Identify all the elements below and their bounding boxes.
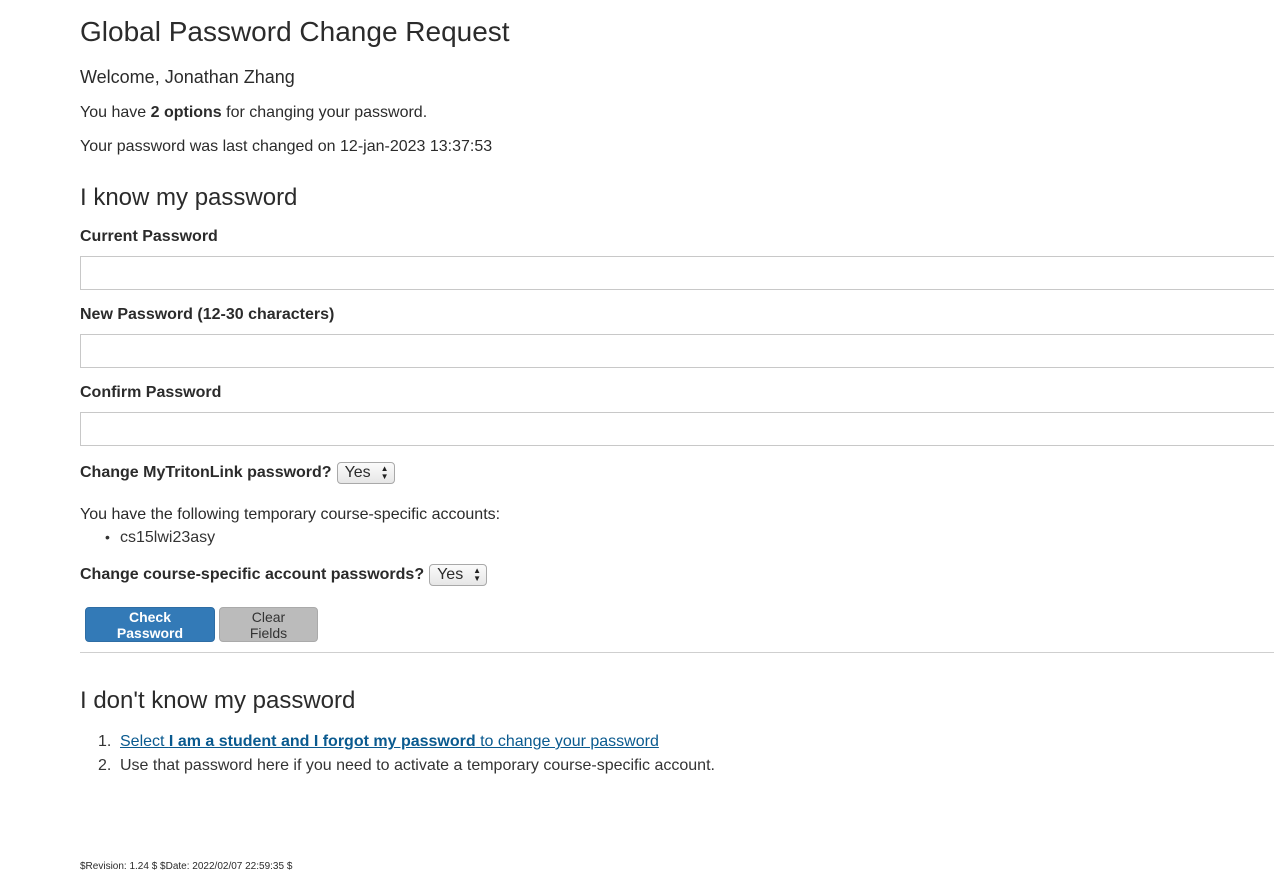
course-passwords-select-value: Yes (437, 566, 464, 583)
temp-accounts-list: cs15lwi23asy (105, 529, 215, 547)
list-item: 2. Use that password here if you need to … (98, 754, 715, 778)
revision-footer: $Revision: 1.24 $ $Date: 2022/02/07 22:5… (80, 861, 293, 872)
dont-know-heading: I don't know my password (80, 687, 356, 714)
updown-arrows-icon: ▲ ▼ (473, 566, 482, 583)
list-item: 1. Select I am a student and I forgot my … (98, 730, 715, 754)
current-password-input[interactable] (80, 256, 1274, 290)
confirm-password-label: Confirm Password (80, 384, 222, 401)
options-count: 2 options (150, 104, 222, 121)
know-password-heading: I know my password (80, 184, 298, 211)
last-changed-text: Your password was last changed on 12-jan… (80, 138, 493, 155)
step-number: 1. (98, 733, 112, 750)
step-text: Use that password here if you need to ac… (120, 757, 715, 774)
updown-arrows-icon: ▲ ▼ (380, 464, 389, 481)
section-divider (80, 652, 1274, 653)
mytritonlink-select[interactable]: Yes ▲ ▼ (336, 462, 395, 484)
options-prefix: You have (80, 104, 151, 121)
link-bold-text: I am a student and I forgot my password (168, 733, 476, 750)
check-password-button[interactable]: Check Password (85, 607, 215, 642)
step-number: 2. (98, 757, 112, 774)
clear-fields-button[interactable]: Clear Fields (219, 607, 318, 642)
course-passwords-label: Change course-specific account passwords… (80, 566, 425, 584)
options-line: You have 2 options for changing your pas… (80, 104, 427, 122)
mytritonlink-select-value: Yes (344, 464, 371, 481)
link-suffix: to change your password (475, 733, 659, 750)
link-prefix: Select (120, 733, 169, 750)
list-item: cs15lwi23asy (105, 529, 215, 547)
options-suffix: for changing your password. (221, 104, 428, 121)
temp-accounts-intro: You have the following temporary course-… (80, 506, 501, 523)
recovery-steps: 1. Select I am a student and I forgot my … (98, 730, 715, 778)
new-password-label: New Password (12-30 characters) (80, 306, 335, 323)
course-passwords-select[interactable]: Yes ▲ ▼ (429, 564, 488, 586)
mytritonlink-label: Change MyTritonLink password? (80, 464, 332, 482)
course-passwords-row: Change course-specific account passwords… (80, 564, 488, 586)
new-password-input[interactable] (80, 334, 1274, 368)
forgot-password-link[interactable]: Select I am a student and I forgot my pa… (120, 733, 659, 750)
mytritonlink-row: Change MyTritonLink password? Yes ▲ ▼ (80, 462, 395, 484)
welcome-text: Welcome, Jonathan Zhang (80, 67, 295, 87)
confirm-password-input[interactable] (80, 412, 1274, 446)
current-password-label: Current Password (80, 228, 218, 245)
page-title: Global Password Change Request (80, 16, 510, 47)
